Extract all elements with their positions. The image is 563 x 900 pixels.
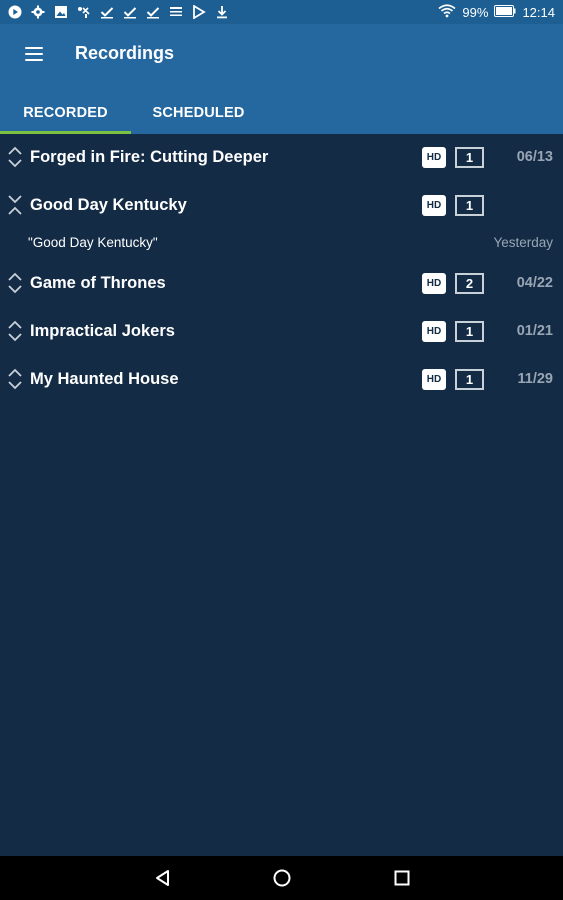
tab-scheduled[interactable]: SCHEDULED [131, 92, 266, 134]
settings-icon [31, 5, 45, 19]
recording-date: 11/29 [517, 371, 554, 387]
hd-badge: HD [422, 147, 446, 168]
download-icon [215, 5, 229, 19]
menu-button[interactable] [20, 42, 48, 66]
play-icon [8, 5, 22, 19]
clock: 12:14 [522, 4, 555, 20]
hd-badge: HD [422, 195, 446, 216]
recording-title: Game of Thrones [30, 274, 166, 292]
recording-date: 01/21 [516, 323, 553, 339]
list-item[interactable]: Forged in Fire: Cutting Deeper HD 1 06/1… [0, 134, 563, 182]
tab-recorded[interactable]: RECORDED [0, 92, 131, 134]
status-bar: 99% 12:14 [0, 0, 563, 24]
check-icon [123, 5, 137, 19]
hamburger-icon-line [25, 53, 43, 55]
expand-icon[interactable] [6, 368, 24, 390]
back-button[interactable] [151, 866, 175, 890]
hd-badge: HD [422, 321, 446, 342]
episode-count-badge: 1 [455, 321, 484, 342]
status-right: 99% 12:14 [438, 3, 555, 21]
system-nav-bar [0, 856, 563, 900]
episode-title[interactable]: "Good Day Kentucky" [28, 235, 158, 250]
notification-icons [8, 5, 229, 19]
recording-title: Forged in Fire: Cutting Deeper [30, 148, 269, 166]
hd-badge: HD [422, 369, 446, 390]
play-store-icon [192, 5, 206, 19]
episode-count-badge: 1 [455, 195, 484, 216]
home-icon [273, 869, 291, 887]
recording-date: 04/22 [516, 275, 553, 291]
tab-bar: RECORDED SCHEDULED [0, 92, 266, 134]
episode-count-badge: 1 [455, 147, 484, 168]
expand-icon[interactable] [6, 146, 24, 168]
hamburger-icon [25, 47, 43, 49]
recents-button[interactable] [390, 866, 414, 890]
check-icon [100, 5, 114, 19]
app-bar: Recordings RECORDED SCHEDULED [0, 24, 563, 134]
battery-icon [494, 4, 516, 20]
list-item[interactable]: Impractical Jokers HD 1 01/21 [0, 308, 563, 356]
episode-count-badge: 2 [455, 273, 484, 294]
image-icon [54, 5, 68, 19]
recording-title: Impractical Jokers [30, 322, 175, 340]
episode-date: Yesterday [493, 235, 553, 250]
hd-badge: HD [422, 273, 446, 294]
expand-icon[interactable] [6, 320, 24, 342]
wifi-icon [438, 3, 456, 21]
list-item[interactable]: Game of Thrones HD 2 04/22 [0, 260, 563, 308]
check-icon [146, 5, 160, 19]
home-button[interactable] [270, 866, 294, 890]
recording-title: My Haunted House [30, 370, 179, 388]
signal-icon [77, 5, 91, 19]
list-item[interactable]: My Haunted House HD 1 11/29 [0, 356, 563, 404]
collapse-icon[interactable] [6, 194, 24, 216]
recordings-list: Forged in Fire: Cutting Deeper HD 1 06/1… [0, 134, 563, 404]
cast-icon [169, 5, 183, 19]
battery-percentage: 99% [462, 4, 489, 20]
episode-count-badge: 1 [455, 369, 484, 390]
recording-date: 06/13 [516, 149, 553, 165]
recording-title: Good Day Kentucky [30, 196, 187, 214]
expand-icon[interactable] [6, 272, 24, 294]
list-item[interactable]: Good Day Kentucky HD 1 "Good Day Kentuck… [0, 182, 563, 260]
hamburger-icon-line [25, 59, 43, 61]
recents-icon [394, 870, 410, 886]
page-title: Recordings [75, 43, 175, 63]
back-icon [156, 870, 169, 886]
